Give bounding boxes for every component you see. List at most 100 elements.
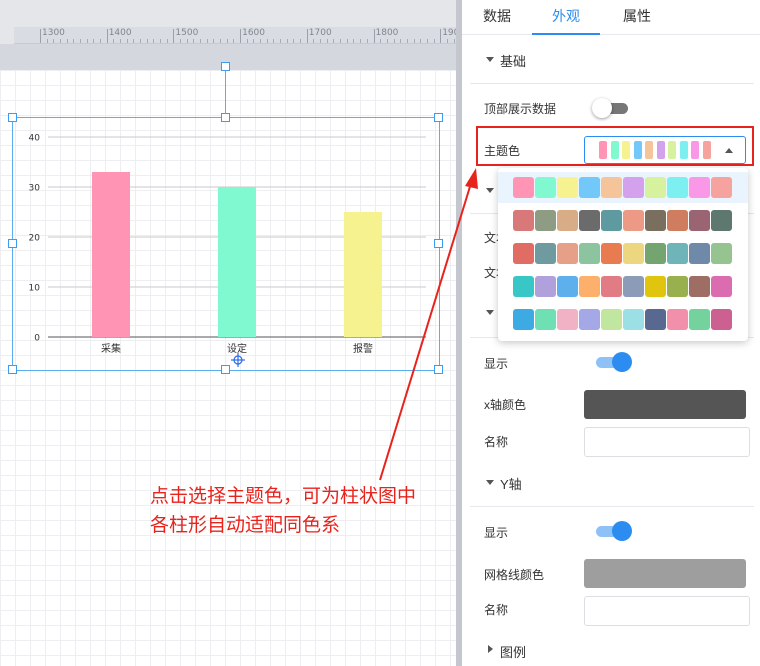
ruler-minor-tick — [53, 39, 55, 43]
section-y-axis[interactable]: Y轴 — [500, 474, 522, 493]
section-legend[interactable]: 图例 — [500, 642, 526, 661]
grid-line-color-picker[interactable] — [584, 559, 746, 588]
resize-handle-top-left[interactable] — [8, 113, 17, 122]
resize-handle-right[interactable] — [434, 239, 443, 248]
palette-swatch — [667, 210, 688, 231]
palette-swatch — [711, 177, 732, 198]
ruler-minor-tick — [406, 39, 408, 43]
bar — [344, 212, 382, 337]
tab-appearance[interactable]: 外观 — [532, 0, 600, 35]
resize-handle-bottom-left[interactable] — [8, 365, 17, 374]
ruler-minor-tick — [326, 39, 328, 43]
ruler-tick — [106, 29, 108, 43]
palette-swatch — [535, 276, 556, 297]
ruler-minor-tick — [366, 39, 368, 43]
x-axis-color-label: x轴颜色 — [484, 398, 527, 412]
ruler-minor-tick — [253, 39, 255, 43]
ruler-minor-tick — [226, 39, 228, 43]
palette-swatch — [623, 276, 644, 297]
ruler-minor-tick — [206, 39, 208, 43]
theme-palette-option[interactable] — [498, 205, 748, 236]
ruler-minor-tick — [293, 39, 295, 43]
resize-handle-top-right[interactable] — [434, 113, 443, 122]
theme-palette-option[interactable] — [498, 271, 748, 302]
ruler-minor-tick — [93, 39, 95, 43]
tab-properties[interactable]: 属性 — [614, 0, 660, 33]
theme-color-select[interactable] — [584, 136, 746, 164]
canvas-header-strip — [0, 44, 462, 70]
rotate-handle[interactable] — [221, 62, 230, 71]
ruler-tick — [240, 29, 242, 43]
design-canvas-area[interactable]: 1300140015001600170018001900 010203040采集… — [0, 0, 462, 666]
resize-handle-bottom[interactable] — [221, 365, 230, 374]
theme-color-dropdown — [498, 168, 748, 341]
theme-swatch — [656, 141, 665, 159]
palette-swatch — [623, 309, 644, 330]
resize-handle-bottom-right[interactable] — [434, 365, 443, 374]
ruler-minor-tick — [126, 39, 128, 43]
theme-swatch — [622, 141, 630, 159]
ruler-minor-tick — [100, 39, 102, 43]
y-axis-show-toggle[interactable] — [594, 521, 632, 541]
ruler-minor-tick — [340, 39, 342, 43]
caret-right-icon[interactable] — [488, 645, 493, 653]
resize-handle-top[interactable] — [221, 113, 230, 122]
ruler-label: 1500 — [175, 28, 199, 38]
bar-chart-widget[interactable]: 0 10 20 30 40 采集 设定 报警 — [8, 113, 443, 374]
ruler-minor-tick — [166, 39, 168, 43]
palette-swatch — [601, 243, 622, 264]
tab-data[interactable]: 数据 — [474, 0, 520, 33]
theme-palette-option[interactable] — [498, 304, 748, 335]
ruler-tick — [173, 29, 175, 43]
palette-swatch — [557, 210, 578, 231]
theme-swatch — [610, 141, 619, 159]
theme-swatch — [702, 141, 711, 159]
y-axis-name-label: 名称 — [484, 603, 509, 617]
ruler-minor-tick — [113, 39, 115, 43]
palette-swatch — [579, 276, 600, 297]
bar-chart: 010203040采集 设定 报警 — [29, 134, 426, 355]
crosshair-icon[interactable] — [231, 353, 245, 367]
palette-swatch — [645, 276, 666, 297]
caret-down-icon[interactable] — [486, 310, 494, 315]
ruler-minor-tick — [280, 39, 282, 43]
ruler-minor-tick — [133, 39, 135, 43]
palette-swatch — [535, 309, 556, 330]
resize-handle-left[interactable] — [8, 239, 17, 248]
palette-swatch — [535, 210, 556, 231]
palette-swatch — [689, 177, 710, 198]
ruler-minor-tick — [346, 39, 348, 43]
top-data-toggle[interactable] — [592, 98, 630, 118]
caret-down-icon[interactable] — [486, 480, 494, 485]
y-tick-label: 30 — [29, 184, 41, 194]
theme-palette-option[interactable] — [498, 172, 748, 203]
ruler-minor-tick — [300, 39, 302, 43]
ruler-minor-tick — [386, 39, 388, 43]
ruler-minor-tick — [200, 39, 202, 43]
palette-swatch — [667, 243, 688, 264]
divider — [470, 506, 754, 507]
x-tick-label: 报警 — [353, 342, 373, 355]
x-axis-name-input[interactable] — [584, 427, 750, 457]
caret-down-icon[interactable] — [486, 57, 494, 62]
x-axis-color-picker[interactable] — [584, 390, 746, 419]
theme-swatch — [599, 141, 607, 159]
ruler-label: 1400 — [108, 28, 132, 38]
ruler-minor-tick — [393, 39, 395, 43]
palette-swatch — [601, 309, 622, 330]
x-axis-show-toggle[interactable] — [594, 352, 632, 372]
palette-swatch — [689, 210, 710, 231]
bar — [92, 172, 130, 337]
caret-down-icon[interactable] — [486, 188, 494, 193]
palette-swatch — [557, 276, 578, 297]
ruler-minor-tick — [46, 39, 48, 43]
palette-swatch — [645, 177, 666, 198]
section-basic[interactable]: 基础 — [500, 51, 526, 70]
ruler-minor-tick — [320, 39, 322, 43]
ruler-minor-tick — [333, 39, 335, 43]
y-axis-name-input[interactable] — [584, 596, 750, 626]
palette-swatch — [623, 243, 644, 264]
theme-palette-option[interactable] — [498, 238, 748, 269]
palette-swatch — [645, 210, 666, 231]
palette-swatch — [711, 276, 732, 297]
